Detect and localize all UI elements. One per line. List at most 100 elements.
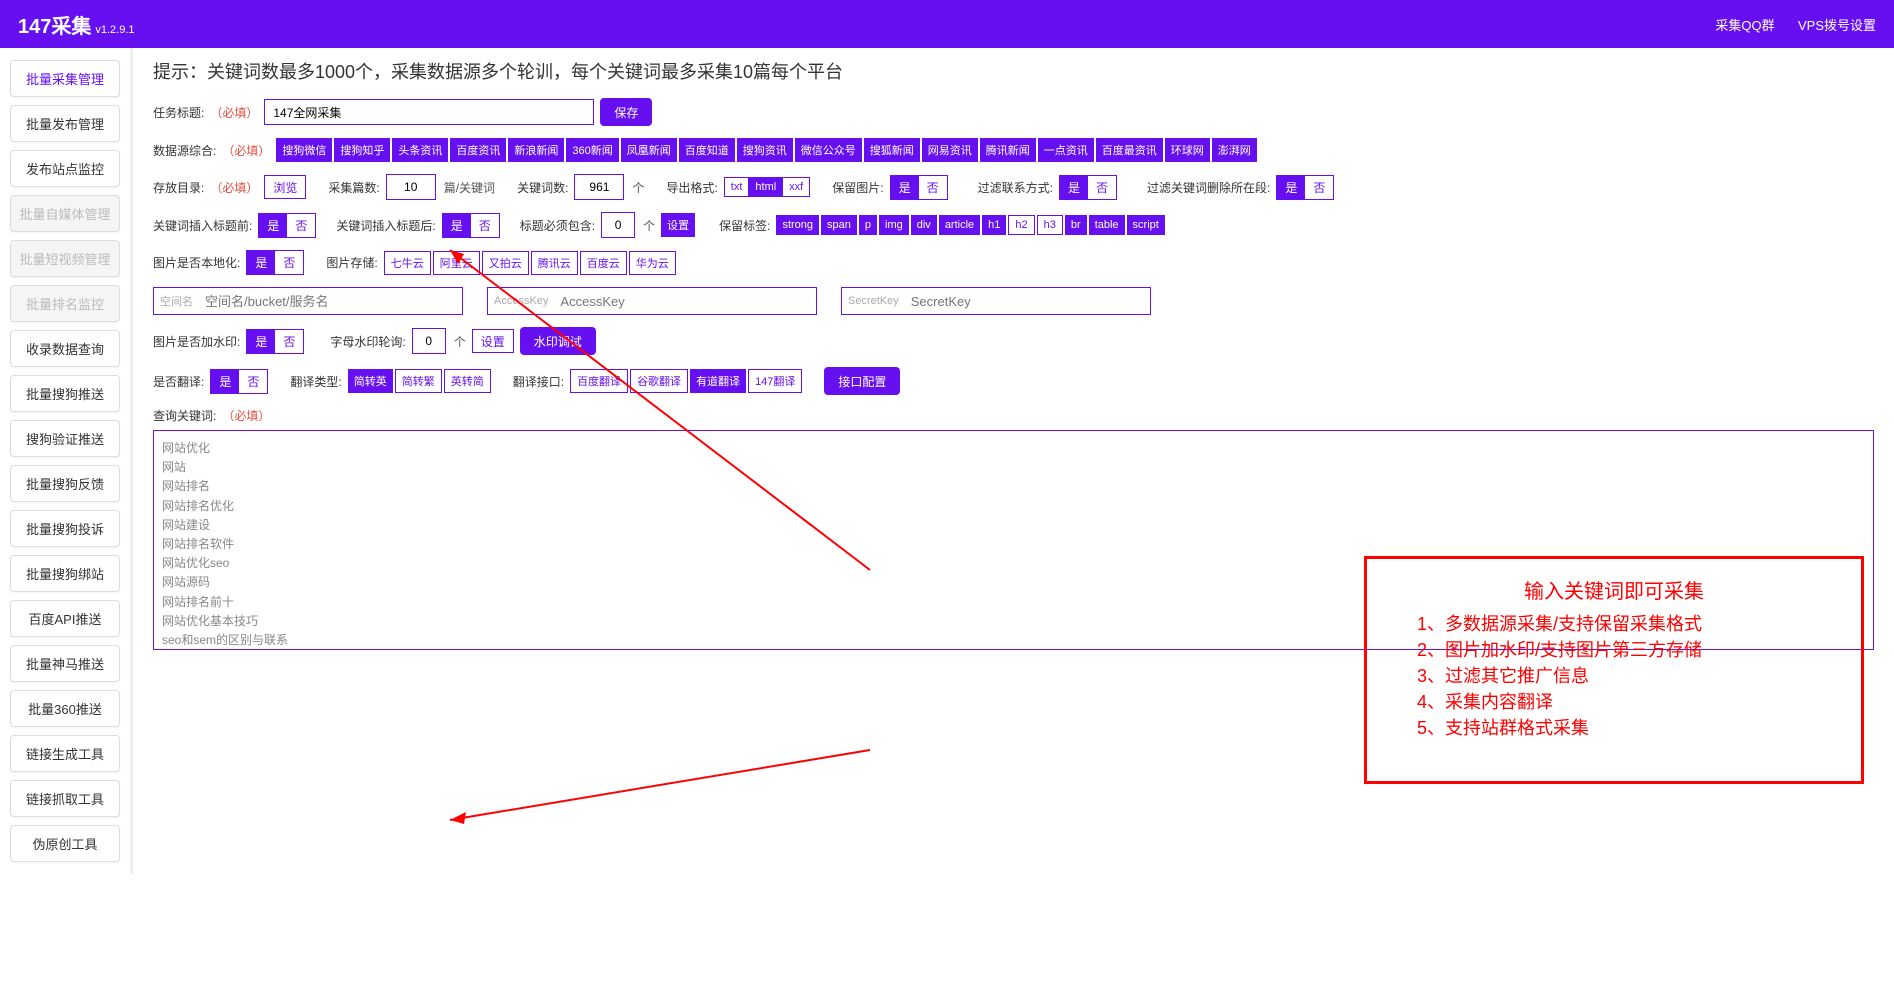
- format-option[interactable]: html: [749, 177, 782, 197]
- tag-chip[interactable]: strong: [776, 215, 819, 235]
- sidebar-item[interactable]: 发布站点监控: [10, 150, 120, 187]
- wm-rotate-suffix: 个: [454, 333, 466, 350]
- count-label: 采集篇数:: [328, 179, 379, 196]
- wm-rotate-label: 字母水印轮询:: [330, 333, 405, 350]
- img-local-toggle[interactable]: 是否: [246, 250, 304, 275]
- wm-rotate-input[interactable]: [412, 328, 446, 354]
- source-chip[interactable]: 一点资讯: [1038, 138, 1094, 162]
- translate-iface-option[interactable]: 谷歌翻译: [630, 369, 688, 393]
- source-chip[interactable]: 百度知道: [679, 138, 735, 162]
- tag-chip[interactable]: br: [1065, 215, 1087, 235]
- translate-ifaces: 百度翻译谷歌翻译有道翻译147翻译: [570, 369, 802, 393]
- source-chip[interactable]: 新浪新闻: [508, 138, 564, 162]
- brand-name: 147采集: [18, 10, 91, 39]
- cloud-option[interactable]: 百度云: [580, 251, 627, 275]
- source-chip[interactable]: 环球网: [1165, 138, 1210, 162]
- sidebar-item[interactable]: 批量神马推送: [10, 645, 120, 682]
- sidebar-item[interactable]: 链接生成工具: [10, 735, 120, 772]
- watermark-toggle[interactable]: 是否: [246, 329, 304, 354]
- link-vps-dial[interactable]: VPS拨号设置: [1798, 18, 1876, 33]
- must-contain-input[interactable]: [601, 212, 635, 238]
- hint-text: 提示：关键词数最多1000个，采集数据源多个轮训，每个关键词最多采集10篇每个平…: [153, 58, 1874, 84]
- secretkey-input[interactable]: [905, 288, 1150, 314]
- iface-config-button[interactable]: 接口配置: [824, 367, 900, 395]
- sidebar-item[interactable]: 批量发布管理: [10, 105, 120, 142]
- format-option[interactable]: xxf: [782, 177, 810, 197]
- topbar-right: 采集QQ群 VPS拨号设置: [1695, 15, 1876, 34]
- translate-type-option[interactable]: 英转简: [444, 369, 491, 393]
- keeppic-toggle[interactable]: 是否: [890, 175, 948, 200]
- sidebar-item[interactable]: 批量采集管理: [10, 60, 120, 97]
- keeptag-label: 保留标签:: [719, 217, 770, 234]
- tag-chip[interactable]: div: [911, 215, 937, 235]
- save-button[interactable]: 保存: [600, 98, 652, 126]
- filter-kw-toggle[interactable]: 是否: [1276, 175, 1334, 200]
- must-set-button[interactable]: 设置: [661, 213, 695, 237]
- source-chip[interactable]: 百度最资讯: [1096, 138, 1163, 162]
- cloud-option[interactable]: 七牛云: [384, 251, 431, 275]
- cloud-option[interactable]: 腾讯云: [531, 251, 578, 275]
- cloud-option[interactable]: 阿里云: [433, 251, 480, 275]
- topbar: 147采集 v1.2.9.1 采集QQ群 VPS拨号设置: [0, 0, 1894, 48]
- source-chip[interactable]: 头条资讯: [392, 138, 448, 162]
- tag-chip[interactable]: h1: [982, 215, 1006, 235]
- tag-chip[interactable]: span: [821, 215, 857, 235]
- translate-type-option[interactable]: 简转繁: [395, 369, 442, 393]
- space-input[interactable]: [199, 288, 462, 314]
- link-qq-group[interactable]: 采集QQ群: [1715, 18, 1774, 33]
- sources-label: 数据源综合:: [153, 142, 216, 159]
- source-chip[interactable]: 360新闻: [566, 138, 618, 162]
- cloud-option[interactable]: 华为云: [629, 251, 676, 275]
- sidebar-item[interactable]: 收录数据查询: [10, 330, 120, 367]
- translate-iface-option[interactable]: 百度翻译: [570, 369, 628, 393]
- tag-chip[interactable]: script: [1127, 215, 1165, 235]
- wm-test-button[interactable]: 水印调试: [520, 327, 596, 355]
- insert-before-toggle[interactable]: 是否: [258, 213, 316, 238]
- sidebar-item[interactable]: 链接抓取工具: [10, 780, 120, 817]
- sidebar-item[interactable]: 批量搜狗反馈: [10, 465, 120, 502]
- accesskey-input[interactable]: [554, 288, 816, 314]
- source-chip[interactable]: 搜狗知乎: [334, 138, 390, 162]
- source-chip[interactable]: 微信公众号: [795, 138, 862, 162]
- browse-button[interactable]: 浏览: [264, 175, 306, 199]
- format-option[interactable]: txt: [724, 177, 750, 197]
- source-chip[interactable]: 腾讯新闻: [980, 138, 1036, 162]
- translate-type-label: 翻译类型:: [290, 373, 341, 390]
- sidebar-item[interactable]: 批量搜狗投诉: [10, 510, 120, 547]
- tag-chip[interactable]: h3: [1037, 215, 1063, 235]
- source-chip[interactable]: 搜狗微信: [276, 138, 332, 162]
- keywords-textarea[interactable]: [153, 430, 1874, 650]
- filter-contact-toggle[interactable]: 是否: [1059, 175, 1117, 200]
- tag-chip[interactable]: img: [879, 215, 909, 235]
- sidebar-item[interactable]: 批量搜狗绑站: [10, 555, 120, 592]
- translate-toggle[interactable]: 是否: [210, 369, 268, 394]
- sidebar-item[interactable]: 批量360推送: [10, 690, 120, 727]
- source-chip[interactable]: 搜狐新闻: [864, 138, 920, 162]
- translate-iface-option[interactable]: 147翻译: [748, 369, 802, 393]
- must-contain-suffix: 个: [643, 217, 655, 234]
- tag-chip[interactable]: article: [939, 215, 980, 235]
- sidebar-item[interactable]: 搜狗验证推送: [10, 420, 120, 457]
- source-chip[interactable]: 网易资讯: [922, 138, 978, 162]
- task-title-input[interactable]: [264, 99, 594, 125]
- source-chip[interactable]: 澎湃网: [1212, 138, 1257, 162]
- sidebar-item[interactable]: 伪原创工具: [10, 825, 120, 862]
- translate-label: 是否翻译:: [153, 373, 204, 390]
- wm-set-button[interactable]: 设置: [472, 329, 514, 353]
- tag-list: strongspanpimgdivarticleh1h2h3brtablescr…: [776, 215, 1164, 235]
- source-chip[interactable]: 搜狗资讯: [737, 138, 793, 162]
- count-input[interactable]: [386, 174, 436, 200]
- tag-chip[interactable]: table: [1089, 215, 1125, 235]
- insert-after-toggle[interactable]: 是否: [442, 213, 500, 238]
- translate-type-option[interactable]: 简转英: [348, 369, 393, 393]
- tag-chip[interactable]: h2: [1008, 215, 1034, 235]
- source-chip[interactable]: 百度资讯: [450, 138, 506, 162]
- source-chip[interactable]: 凤凰新闻: [621, 138, 677, 162]
- tag-chip[interactable]: p: [859, 215, 877, 235]
- kwcount-input[interactable]: [574, 174, 624, 200]
- translate-iface-option[interactable]: 有道翻译: [690, 369, 746, 393]
- sidebar-item[interactable]: 批量搜狗推送: [10, 375, 120, 412]
- cloud-option[interactable]: 又拍云: [482, 251, 529, 275]
- sidebar-item[interactable]: 百度API推送: [10, 600, 120, 637]
- version: v1.2.9.1: [95, 24, 134, 36]
